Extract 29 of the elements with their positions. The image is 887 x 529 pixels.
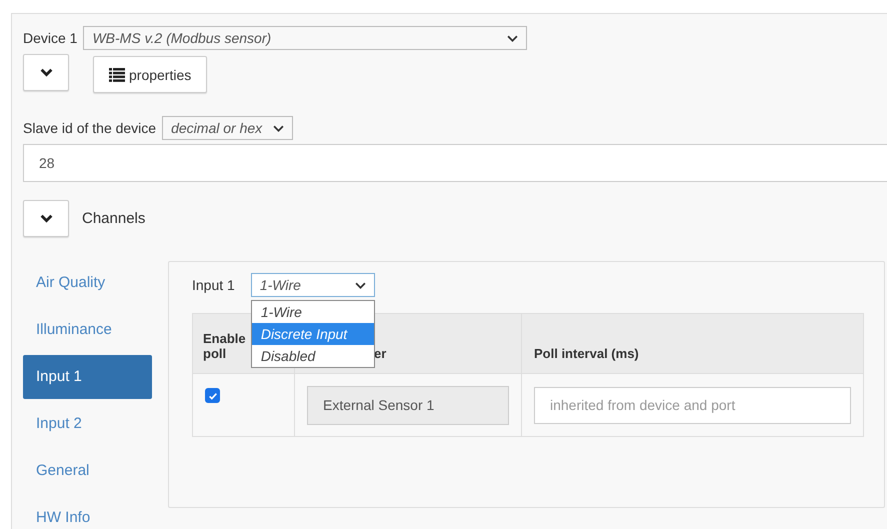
chevron-down-icon [40,68,52,77]
enable-checkbox[interactable] [205,388,220,403]
slave-id-field[interactable]: 28 [23,144,887,182]
channels-heading: Channels [82,210,146,227]
sidebar-item[interactable]: Input 2 [23,402,152,446]
chevron-down-icon [507,34,518,42]
channel-name-field: External Sensor 1 [307,386,509,424]
slave-id-label: Slave id of the device [23,120,156,136]
poll-interval-field[interactable]: inherited from device and port [534,386,851,424]
sidebar-item[interactable]: Illuminance [23,308,152,352]
input-mode-select[interactable]: 1-Wire [250,273,375,297]
format-select[interactable]: decimal or hex [162,116,294,140]
collapse-button[interactable] [23,200,69,237]
chevron-down-icon [40,214,52,223]
chevron-down-icon [273,124,284,132]
sidebar-item[interactable]: Input 1 [23,355,152,399]
device-label: Device 1 [23,30,78,46]
sidebar-item[interactable]: Air Quality [23,261,152,305]
column-header: Poll interval (ms) [522,314,864,374]
sidebar-item[interactable]: General [23,449,152,493]
checkmark-icon [208,390,218,400]
properties-button[interactable]: properties [93,56,208,93]
chevron-down-icon [354,282,366,288]
sidebar-item[interactable]: HW Info [23,496,152,529]
input-label: Input 1 [192,277,235,293]
device-type-select[interactable]: WB-MS v.2 (Modbus sensor) [83,26,528,50]
list-icon [109,68,125,82]
dropdown-option[interactable]: Discrete Input [252,323,374,345]
collapse-button[interactable] [23,54,69,91]
